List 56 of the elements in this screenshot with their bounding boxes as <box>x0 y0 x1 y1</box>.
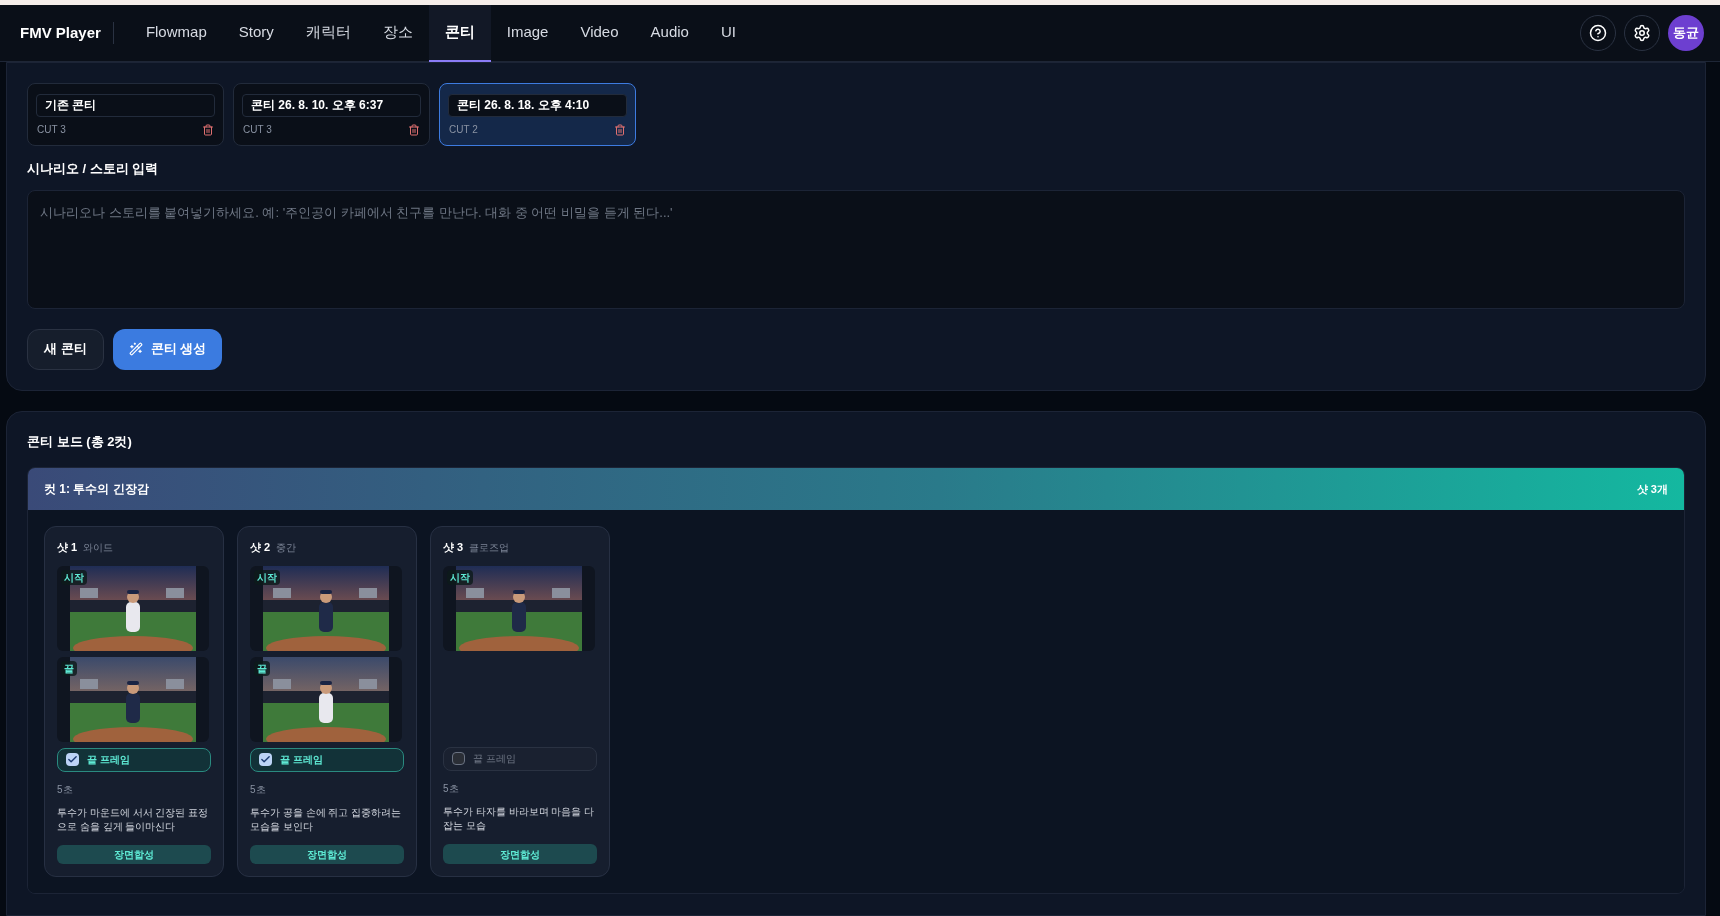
frame-badge: 끝 <box>254 660 270 676</box>
shot-description: 투수가 마운드에 서서 긴장된 표정으로 숨을 깊게 들이마신다 <box>57 805 210 834</box>
nav-tab[interactable]: 장소 <box>366 4 429 62</box>
settings-icon <box>1633 24 1651 42</box>
magic-wand-icon <box>128 342 143 356</box>
end-frame-checkbox[interactable]: 끝 프레임 <box>57 747 211 772</box>
frame-badge: 시작 <box>61 569 87 585</box>
nav-tab[interactable]: Audio <box>634 4 705 62</box>
conti-title-field[interactable]: 콘티 26. 8. 10. 오후 6:37 <box>242 94 421 117</box>
nav-tab[interactable]: Flowmap <box>129 4 223 62</box>
help-icon <box>1589 24 1607 42</box>
cut-count: CUT 3 <box>37 123 66 137</box>
shot-count: 샷 3개 <box>1636 481 1668 497</box>
end-frame-checkbox[interactable]: 끝 프레임 <box>443 746 597 772</box>
nav-tab[interactable]: Video <box>564 4 635 62</box>
shot-name: 샷 3 <box>443 540 464 555</box>
shot-description: 투수가 공을 손에 쥐고 집중하려는 모습을 보인다 <box>250 805 403 834</box>
compose-button[interactable]: 장면합성 <box>57 844 211 864</box>
cut-title: 컷 1: 투수의 긴장감 <box>44 481 149 498</box>
compose-button[interactable]: 장면합성 <box>250 844 404 864</box>
frame-badge: 시작 <box>447 569 473 585</box>
conti-card[interactable]: 콘티 26. 8. 18. 오후 4:10 CUT 2 <box>439 83 636 146</box>
conti-title-field[interactable]: 콘티 26. 8. 18. 오후 4:10 <box>448 94 627 117</box>
conti-title-field[interactable]: 기존 콘티 <box>36 94 215 117</box>
nav-tab[interactable]: Image <box>490 4 565 62</box>
compose-button[interactable]: 장면합성 <box>443 844 597 864</box>
shot-type: 클로즈업 <box>469 541 510 555</box>
board-title: 콘티 보드 (총 2컷) <box>27 432 132 451</box>
shot-type: 와이드 <box>83 541 114 555</box>
cut-count: CUT 3 <box>243 123 272 137</box>
generate-button[interactable]: 콘티 생성 <box>112 328 223 370</box>
shot-duration: 5초 <box>250 782 266 797</box>
delete-icon[interactable] <box>614 123 626 136</box>
frame-badge: 끝 <box>61 660 77 676</box>
nav-tab[interactable]: UI <box>704 4 752 62</box>
nav-tab[interactable]: 콘티 <box>428 4 491 62</box>
app-title: FMV Player <box>20 21 114 45</box>
shot-description: 투수가 타자를 바라보며 마음을 다잡는 모습 <box>443 805 596 834</box>
conti-card[interactable]: 기존 콘티 CUT 3 <box>27 83 224 146</box>
shot-duration: 5초 <box>443 782 459 797</box>
shot-duration: 5초 <box>57 782 73 797</box>
delete-icon[interactable] <box>202 123 214 136</box>
end-frame-checkbox[interactable]: 끝 프레임 <box>250 747 404 772</box>
conti-card[interactable]: 콘티 26. 8. 10. 오후 6:37 CUT 3 <box>233 83 430 146</box>
scenario-field[interactable]: 시나리오나 스토리를 붙여넣기하세요. 예: '주인공이 카페에서 친구를 만난다. 대화 중 어떤 비밀을 듣게 된다...' <box>27 189 1685 309</box>
nav-tab[interactable]: Story <box>222 4 290 62</box>
scenario-label: 시나리오 / 스토리 입력 <box>27 160 159 178</box>
delete-icon[interactable] <box>408 123 420 136</box>
frame-badge: 시작 <box>254 569 280 585</box>
user-avatar[interactable]: 동균 <box>1668 15 1704 51</box>
nav-tab[interactable]: 캐릭터 <box>289 4 367 62</box>
new-conti-button[interactable]: 새 콘티 <box>27 328 104 370</box>
shot-type: 중간 <box>276 541 297 555</box>
cut-count: CUT 2 <box>449 123 478 137</box>
shot-name: 샷 1 <box>57 540 78 555</box>
shot-name: 샷 2 <box>250 540 271 555</box>
